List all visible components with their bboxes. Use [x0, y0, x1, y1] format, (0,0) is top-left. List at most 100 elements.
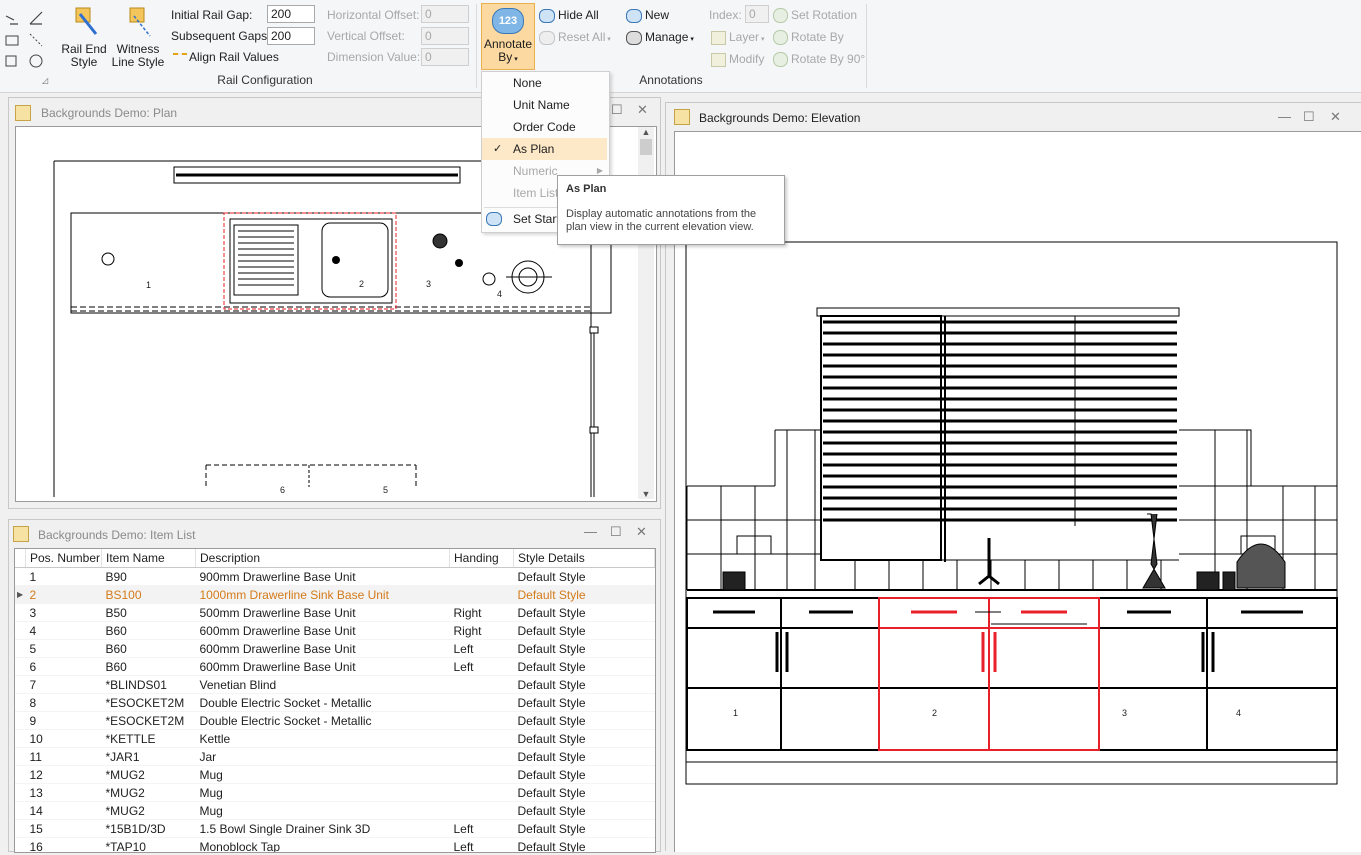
scroll-up-icon[interactable]: ▲ — [638, 127, 654, 137]
cell-item-name: *ESOCKET2M — [101, 693, 196, 712]
dialog-launcher-icon[interactable]: ◿ — [42, 76, 48, 85]
index-label: Index: — [709, 8, 742, 22]
table-row[interactable]: 1 B90 900mm Drawerline Base Unit Default St… — [15, 567, 655, 586]
table-row[interactable]: 7 *BLINDS01 Venetian Blind Default Style — [15, 675, 655, 694]
scroll-thumb[interactable] — [640, 139, 652, 155]
rail-end-style-icon — [75, 7, 98, 35]
rail-configuration-group-label: Rail Configuration — [217, 73, 313, 87]
cell-description: 600mm Drawerline Base Unit — [195, 657, 450, 676]
new-button[interactable]: New — [626, 8, 669, 23]
plan-label: 2 — [359, 279, 365, 289]
menu-item-order-code[interactable]: Order Code — [482, 116, 607, 138]
horizontal-offset-label: Horizontal Offset: — [327, 8, 420, 22]
document-icon — [674, 109, 690, 125]
cell-item-name: *MUG2 — [101, 801, 196, 820]
table-row[interactable]: 13 *MUG2 Mug Default Style — [15, 783, 655, 802]
close-icon[interactable]: ✕ — [1330, 109, 1341, 125]
minimize-icon[interactable]: — — [1278, 109, 1291, 124]
rail-end-style-button[interactable]: Rail End Style — [60, 4, 108, 69]
elevation-label: 3 — [1122, 708, 1128, 718]
witness-line-style-label: Witness Line Style — [111, 42, 165, 69]
cell-description: Mug — [195, 801, 450, 820]
witness-line-style-button[interactable]: Witness Line Style — [108, 4, 168, 69]
modify-button[interactable]: Modify — [711, 52, 764, 67]
rotate-by-button[interactable]: Rotate By — [773, 30, 844, 46]
table-row[interactable]: ▶ 2 BS100 1000mm Drawerline Sink Base Unit D… — [15, 585, 655, 604]
item-list-grid[interactable]: Pos. Number Item Name Description Handin… — [14, 548, 656, 853]
cell-handing — [449, 675, 514, 694]
new-annotation-icon — [626, 8, 642, 23]
index-input[interactable]: 0 — [745, 5, 769, 23]
table-row[interactable]: 9 *ESOCKET2M Double Electric Socket - Meta… — [15, 711, 655, 730]
subsequent-gaps-input[interactable]: 200 — [267, 27, 315, 45]
reset-all-icon — [539, 30, 555, 45]
cell-item-name: *KETTLE — [101, 729, 196, 748]
cell-description: Venetian Blind — [195, 675, 450, 694]
hide-all-icon — [539, 8, 555, 23]
table-row[interactable]: 10 *KETTLE Kettle Default Style — [15, 729, 655, 748]
cell-handing — [449, 747, 514, 766]
cell-pos-number: 7 — [25, 675, 102, 694]
annotate-by-button[interactable]: 123 Annotate By ▾ — [481, 3, 535, 70]
horizontal-offset-input[interactable]: 0 — [421, 5, 469, 23]
close-icon[interactable]: ✕ — [637, 102, 648, 118]
hide-all-button[interactable]: Hide All — [539, 8, 599, 23]
cell-handing: Right — [449, 603, 514, 622]
ribbon-separator — [476, 4, 477, 88]
table-row[interactable]: 16 *TAP10 Monoblock Tap Left Default Style — [15, 837, 655, 852]
row-indicator — [15, 801, 26, 820]
table-row[interactable]: 6 B60 600mm Drawerline Base Unit Left Defaul… — [15, 657, 655, 676]
header-row: Pos. Number Item Name Description Handin… — [15, 549, 655, 568]
cell-item-name: *BLINDS01 — [101, 675, 196, 694]
layer-button[interactable]: Layer ▾ — [711, 30, 765, 45]
cell-handing — [449, 801, 514, 820]
row-indicator — [15, 747, 26, 766]
column-header-style-details[interactable]: Style Details — [513, 549, 655, 568]
menu-item-unit-name[interactable]: Unit Name — [482, 94, 607, 116]
rotate-by-90-button[interactable]: Rotate By 90° — [773, 52, 865, 68]
vertical-offset-input[interactable]: 0 — [421, 27, 469, 45]
reset-all-button[interactable]: Reset All ▾ — [539, 30, 611, 45]
column-header-description[interactable]: Description — [195, 549, 450, 568]
column-header-item-name[interactable]: Item Name — [101, 549, 196, 568]
table-row[interactable]: 14 *MUG2 Mug Default Style — [15, 801, 655, 820]
table-row[interactable]: 5 B60 600mm Drawerline Base Unit Left Defaul… — [15, 639, 655, 658]
table-row[interactable]: 8 *ESOCKET2M Double Electric Socket - Meta… — [15, 693, 655, 712]
maximize-icon[interactable]: ☐ — [610, 524, 622, 540]
table-row[interactable]: 12 *MUG2 Mug Default Style — [15, 765, 655, 784]
item-list-panel: Backgrounds Demo: Item List — ☐ ✕ Pos. N… — [8, 519, 661, 853]
manage-button[interactable]: Manage ▾ — [626, 30, 694, 45]
cell-item-name: B90 — [101, 567, 196, 586]
plan-label: 1 — [146, 280, 152, 290]
column-header-handing[interactable]: Handing — [449, 549, 514, 568]
set-start-icon — [486, 212, 502, 226]
maximize-icon[interactable]: ☐ — [1303, 109, 1315, 125]
set-rotation-button[interactable]: Set Rotation — [773, 8, 857, 24]
table-row[interactable]: 15 *15B1D/3D 1.5 Bowl Single Drainer Sink … — [15, 819, 655, 838]
menu-item-as-plan[interactable]: ✓ As Plan — [482, 138, 607, 160]
cell-description: Jar — [195, 747, 450, 766]
document-icon — [15, 105, 31, 121]
initial-rail-gap-input[interactable]: 200 — [267, 5, 315, 23]
minimize-icon[interactable]: — — [584, 524, 597, 539]
table-row[interactable]: 11 *JAR1 Jar Default Style — [15, 747, 655, 766]
column-header-pos-number[interactable]: Pos. Number — [25, 549, 102, 568]
menu-item-none[interactable]: None — [482, 72, 607, 94]
cell-handing — [449, 711, 514, 730]
cell-pos-number: 16 — [25, 837, 102, 852]
table-row[interactable]: 4 B60 600mm Drawerline Base Unit Right Defau… — [15, 621, 655, 640]
maximize-icon[interactable]: ☐ — [611, 102, 623, 118]
dropdown-arrow-icon: ▾ — [759, 36, 765, 43]
cell-item-name: *JAR1 — [101, 747, 196, 766]
cell-item-name: *MUG2 — [101, 783, 196, 802]
tooltip-title: As Plan — [566, 183, 607, 195]
close-icon[interactable]: ✕ — [636, 524, 647, 540]
table-row[interactable]: 3 B50 500mm Drawerline Base Unit Right Defau… — [15, 603, 655, 622]
dimension-value-input[interactable]: 0 — [421, 48, 469, 66]
drawing-tools-group — [4, 6, 44, 72]
drawing-tools-icon[interactable] — [4, 6, 48, 76]
align-rail-values-button[interactable]: Align Rail Values — [173, 50, 279, 64]
cell-description: 600mm Drawerline Base Unit — [195, 621, 450, 640]
annotations-group-label: Annotations — [639, 73, 703, 87]
scroll-down-icon[interactable]: ▼ — [638, 489, 654, 499]
